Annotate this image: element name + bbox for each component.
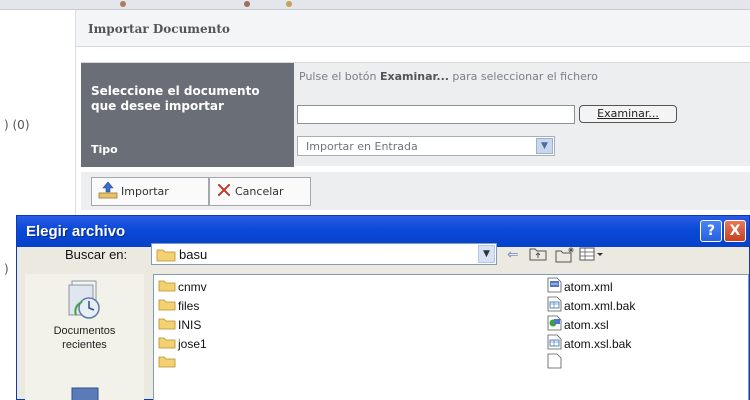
place-desktop[interactable]	[25, 384, 144, 400]
hint-suffix: para seleccionar el fichero	[448, 70, 598, 83]
chevron-down-icon[interactable]: ▼	[478, 245, 495, 263]
file-name: atom.xsl	[564, 317, 609, 332]
new-folder-icon[interactable]	[555, 247, 575, 267]
chevron-down-icon[interactable]: ▼	[536, 138, 553, 154]
type-select[interactable]: Importar en Entrada ▼	[297, 136, 555, 156]
type-label: Tipo	[91, 143, 118, 156]
file-path-input[interactable]	[297, 105, 575, 124]
look-in-value: basu	[179, 247, 208, 262]
cancel-button[interactable]: Cancelar	[209, 177, 311, 206]
file-item[interactable]: atom.xml	[547, 277, 613, 296]
file-name: atom.xml	[564, 279, 613, 294]
folder-icon	[158, 298, 176, 314]
bak-file-icon	[547, 296, 562, 315]
form-label-column: Seleccione el documento que desee import…	[81, 63, 294, 167]
type-select-value: Importar en Entrada	[306, 140, 418, 153]
places-bar: Documentos recientes	[25, 274, 144, 400]
import-button-label: Importar	[121, 185, 169, 198]
red-x-icon	[216, 182, 232, 201]
browser-top-strip	[0, 0, 750, 10]
page-title: Importar Documento	[88, 22, 230, 36]
folder-icon	[158, 279, 176, 295]
bak-file-icon	[547, 353, 562, 372]
cancel-button-label: Cancelar	[235, 185, 284, 198]
decoration-dot	[286, 1, 292, 7]
bak-file-icon	[547, 334, 562, 353]
folder-icon	[156, 248, 176, 265]
up-folder-icon[interactable]	[529, 247, 547, 265]
folder-icon	[158, 336, 176, 352]
folder-item[interactable]: INIS	[158, 316, 201, 333]
file-name: atom.xml.bak	[564, 298, 636, 313]
folder-item[interactable]: jose1	[158, 335, 207, 352]
back-arrow-icon[interactable]: ⇐	[507, 247, 519, 263]
look-in-select[interactable]: basu ▼	[151, 243, 497, 265]
close-button[interactable]: X	[724, 220, 746, 242]
folder-name: files	[178, 298, 200, 313]
file-item[interactable]: atom.xml.bak	[547, 296, 636, 315]
hint-prefix: Pulse el botón	[299, 70, 381, 83]
view-menu-icon[interactable]	[579, 247, 605, 265]
desktop-icon	[25, 384, 144, 400]
file-item[interactable]: atom.xsl	[547, 315, 609, 334]
file-list: cnmv files INIS jose1 atom.xml atom.xml.…	[153, 274, 749, 400]
browse-button[interactable]: Examinar...	[579, 105, 677, 123]
folder-name: INIS	[178, 317, 202, 332]
folder-name: jose1	[178, 336, 207, 351]
place-label-line1: Documentos	[53, 325, 116, 337]
folder-item[interactable]	[158, 354, 178, 371]
left-paren-text: )	[4, 262, 9, 276]
place-recent-documents[interactable]: Documentos recientes	[25, 278, 144, 352]
decoration-dot	[120, 1, 126, 7]
folder-icon	[158, 355, 176, 371]
file-item[interactable]: atom.xsl.bak	[547, 334, 632, 353]
file-item[interactable]	[547, 353, 564, 372]
import-form: Seleccione el documento que desee import…	[81, 62, 750, 167]
folder-name: cnmv	[178, 279, 207, 294]
folder-item[interactable]: cnmv	[158, 278, 207, 295]
recent-documents-icon	[25, 278, 144, 324]
help-button[interactable]: ?	[700, 220, 722, 242]
hint-bold: Examinar...	[380, 70, 449, 83]
folder-icon	[158, 317, 176, 333]
decoration-dot	[244, 1, 250, 7]
folder-item[interactable]: files	[158, 297, 199, 314]
browse-hint: Pulse el botón Examinar... para seleccio…	[299, 70, 598, 83]
import-button[interactable]: Importar	[91, 177, 209, 206]
place-label-line2: recientes	[62, 339, 107, 351]
xsl-file-icon	[547, 315, 562, 334]
look-in-label: Buscar en:	[65, 247, 128, 262]
upload-tray-icon	[98, 181, 118, 202]
select-document-label: Seleccione el documento que desee import…	[91, 84, 260, 113]
dialog-title: Elegir archivo	[26, 223, 126, 240]
browse-label: Examinar...	[597, 107, 659, 120]
left-count-text: ) (0)	[4, 118, 30, 132]
file-name: atom.xsl.bak	[564, 336, 632, 351]
action-bar: Importar Cancelar	[81, 172, 750, 210]
panel-header: Importar Documento	[76, 10, 750, 47]
file-chooser-dialog: Elegir archivo ? X Buscar en: basu ▼ ⇐ D…	[16, 215, 750, 400]
xml-file-icon	[547, 277, 562, 296]
